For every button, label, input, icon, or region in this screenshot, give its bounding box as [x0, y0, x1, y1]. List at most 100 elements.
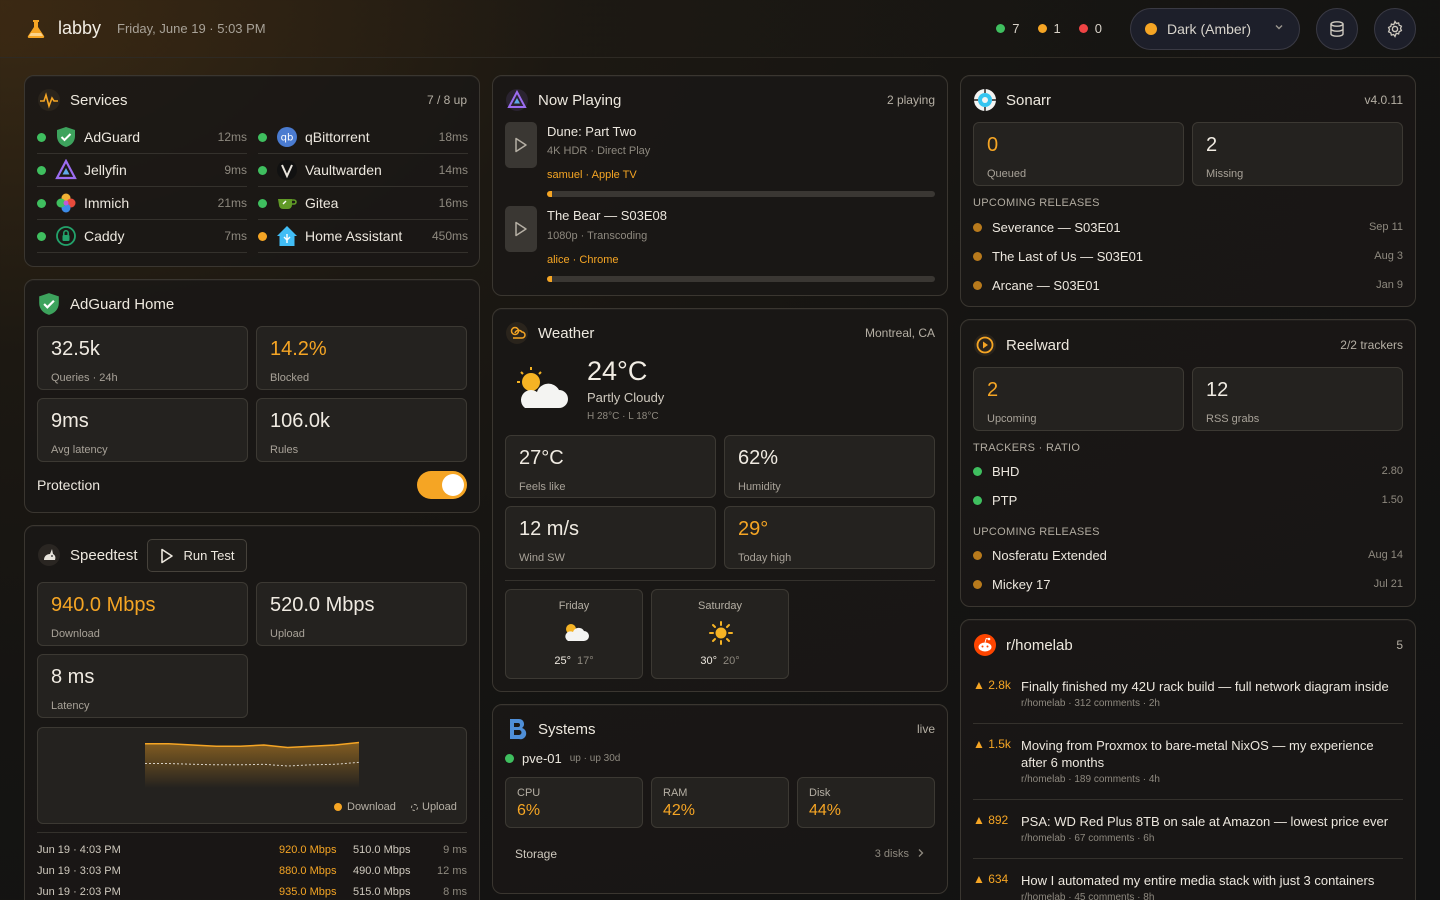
history-download: 935.0 Mbps: [279, 886, 337, 898]
media-title: The Bear — S03E08: [547, 208, 667, 223]
service-row-jellyfin[interactable]: Jellyfin 9ms: [37, 154, 247, 187]
stat-label: Upload: [270, 628, 305, 640]
stat-value: 0: [987, 134, 999, 156]
rss-grabs-tile: 12 RSS grabs: [1192, 367, 1403, 431]
storage-label: Storage: [515, 847, 558, 861]
shield-icon: [37, 292, 61, 316]
history-time: Jun 19 · 3:03 PM: [37, 865, 121, 877]
post-score: ▲ 634: [973, 872, 1009, 886]
caddy-icon: [54, 224, 78, 248]
upcoming-releases-label: UPCOMING RELEASES: [973, 197, 1100, 209]
partly-cloudy-icon: [511, 364, 569, 414]
release-row[interactable]: Severance — S03E01 Sep 11: [973, 216, 1403, 238]
service-row-caddy[interactable]: Caddy 7ms: [37, 220, 247, 253]
storage-row[interactable]: Storage 3 disks: [515, 845, 925, 863]
queued-tile: 0 Queued: [973, 122, 1184, 186]
media-detail: 4K HDR · Direct Play: [547, 145, 651, 157]
media-user: alice · Chrome: [547, 254, 619, 266]
history-divider: [37, 832, 467, 833]
reddit-post[interactable]: ▲ 892 PSA: WD Red Plus 8TB on sale at Am…: [973, 813, 1403, 859]
rabbit-icon: [37, 543, 61, 567]
settings-button[interactable]: [1374, 7, 1416, 50]
release-name: The Last of Us — S03E01: [992, 248, 1144, 264]
service-name: Caddy: [84, 228, 125, 244]
stat-label: Wind SW: [519, 552, 565, 564]
tracker-row[interactable]: PTP 1.50: [973, 489, 1403, 511]
release-row[interactable]: Arcane — S03E01 Jan 9: [973, 274, 1403, 296]
forecast-day: Saturday 30° 20°: [651, 589, 789, 679]
database-button[interactable]: [1316, 7, 1358, 50]
release-dot: [973, 550, 982, 560]
host-uptime: up · up 30d: [569, 753, 621, 764]
partly-cloudy-icon: [561, 620, 589, 644]
stat-value: 62%: [738, 447, 779, 469]
reddit-post[interactable]: ▲ 2.8k Finally finished my 42U rack buil…: [973, 678, 1403, 724]
release-row[interactable]: Nosferatu Extended Aug 14: [973, 544, 1403, 566]
current-condition: Partly Cloudy: [587, 390, 665, 405]
theme-select[interactable]: Dark (Amber): [1130, 7, 1300, 50]
forecast-day-name: Saturday: [697, 600, 743, 612]
history-upload: 510.0 Mbps: [353, 844, 411, 856]
legend-upload-label: Upload: [422, 801, 457, 813]
stat-label: Missing: [1206, 168, 1244, 180]
stat-label: Download: [51, 628, 100, 640]
wind-tile: 12 m/s Wind SW: [505, 506, 716, 569]
release-row[interactable]: Mickey 17 Jul 21: [973, 573, 1403, 595]
stat-label: RSS grabs: [1206, 413, 1260, 425]
protection-toggle[interactable]: [417, 471, 467, 499]
qbittorrent-icon: qb: [275, 125, 299, 149]
current-temp: 24°C: [587, 356, 648, 386]
post-meta: r/homelab · 189 comments · 4h: [1021, 774, 1160, 785]
adguard-blocked-tile: 14.2% Blocked: [256, 326, 467, 390]
reddit-icon: [973, 633, 997, 657]
cpu-tile: CPU 6%: [505, 777, 643, 828]
top-bar: labby Friday, June 19 · 5:03 PM 7 1 0 Da…: [0, 0, 1440, 58]
release-row[interactable]: The Last of Us — S03E01 Aug 3: [973, 245, 1403, 267]
service-row-immich[interactable]: Immich 21ms: [37, 187, 247, 220]
release-name: Nosferatu Extended: [992, 547, 1107, 563]
status-down-value: 0: [1094, 21, 1102, 36]
sonarr-card: Sonarr v4.0.11 0 Queued 2 Missing UPCOMI…: [960, 75, 1416, 307]
upload-tile: 520.0 Mbps Upload: [256, 582, 467, 646]
service-name: Jellyfin: [84, 162, 127, 178]
services-card: Services 7 / 8 up AdGuard 12ms Jellyfin …: [24, 75, 480, 267]
service-row-gitea[interactable]: Gitea 16ms: [258, 187, 468, 220]
forecast-low: 17°: [577, 655, 594, 667]
legend-download: Download: [334, 801, 396, 813]
service-row-qbittorrent[interactable]: qb qBittorrent 18ms: [258, 121, 468, 154]
service-name: Gitea: [305, 195, 339, 211]
app-logo[interactable]: labby: [24, 17, 101, 41]
pulse-icon: [37, 88, 61, 112]
service-row-adguard[interactable]: AdGuard 12ms: [37, 121, 247, 154]
reelward-card: Reelward 2/2 trackers 2 Upcoming 12 RSS …: [960, 319, 1416, 607]
gear-icon: [1383, 17, 1407, 41]
stat-label: Humidity: [738, 481, 781, 493]
reddit-post[interactable]: ▲ 634 How I automated my entire media st…: [973, 872, 1403, 900]
reddit-post[interactable]: ▲ 1.5k Moving from Proxmox to bare-metal…: [973, 737, 1403, 800]
service-name: AdGuard: [84, 129, 141, 145]
header-datetime: Friday, June 19 · 5:03 PM: [117, 21, 266, 36]
stat-label: Rules: [270, 444, 299, 456]
cpu-value: 6%: [517, 802, 541, 819]
jellyfin-icon: [54, 158, 78, 182]
forecast-day-name: Friday: [558, 600, 590, 612]
cpu-label: CPU: [517, 787, 541, 799]
service-row-home-assistant[interactable]: Home Assistant 450ms: [258, 220, 468, 253]
gitea-icon: [275, 191, 299, 215]
play-button[interactable]: [505, 122, 537, 168]
legend-download-label: Download: [347, 801, 396, 813]
play-button[interactable]: [505, 206, 537, 252]
history-latency: 8 ms: [443, 886, 467, 898]
run-test-button[interactable]: Run Test: [147, 539, 247, 572]
weather-card: Weather Montreal, CA 24°C Partly Cloudy …: [492, 308, 948, 692]
systems-title: Systems: [538, 720, 596, 738]
service-row-vaultwarden[interactable]: Vaultwarden 14ms: [258, 154, 468, 187]
media-detail: 1080p · Transcoding: [547, 230, 648, 242]
protection-label: Protection: [37, 477, 101, 493]
service-latency: 9ms: [224, 163, 247, 177]
host-row[interactable]: pve-01 up · up 30d: [505, 751, 620, 766]
tracker-row[interactable]: BHD 2.80: [973, 460, 1403, 482]
humidity-tile: 62% Humidity: [724, 435, 935, 498]
systems-card: Systems live pve-01 up · up 30d CPU 6% R…: [492, 704, 948, 894]
jellyfin-icon: [505, 88, 529, 112]
